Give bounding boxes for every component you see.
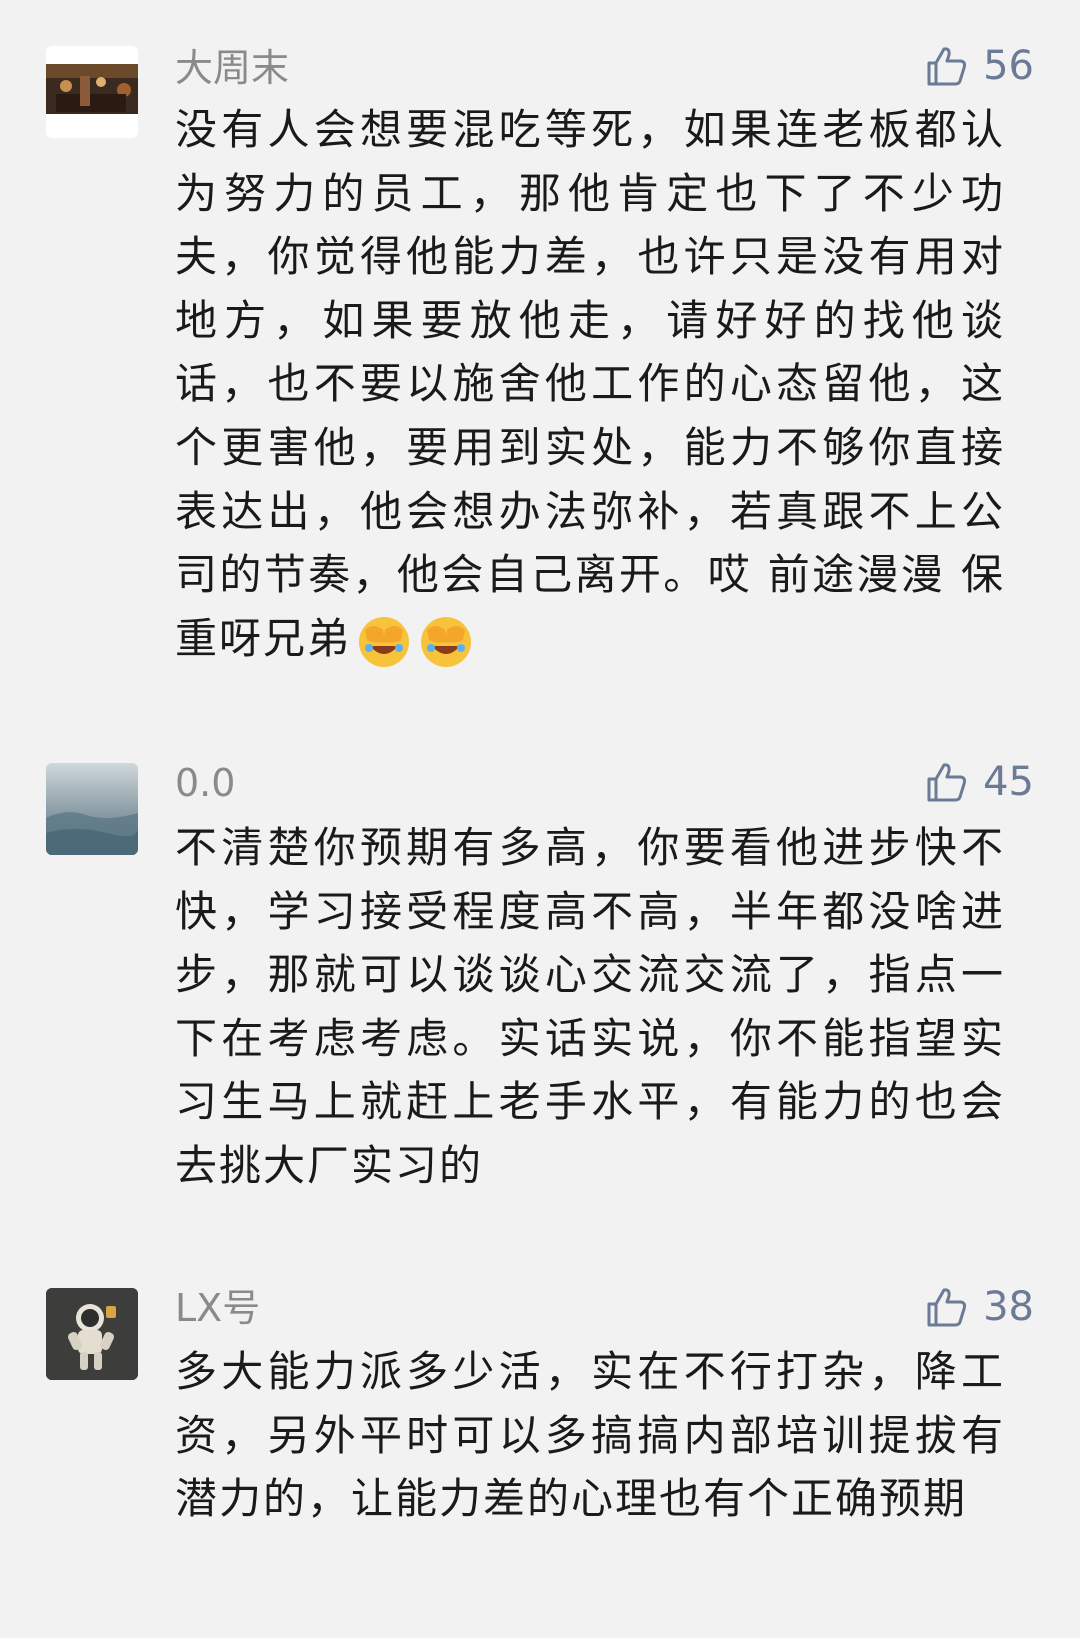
avatar[interactable] — [46, 46, 138, 138]
avatar[interactable] — [46, 763, 138, 855]
like-button[interactable]: 45 — [925, 758, 1034, 806]
like-count: 45 — [983, 759, 1034, 805]
username[interactable]: 0.0 — [175, 763, 235, 803]
like-button[interactable]: 56 — [925, 42, 1034, 90]
facepalm-emoji-icon — [417, 612, 475, 670]
like-count: 56 — [983, 43, 1034, 89]
comment-text: 没有人会想要混吃等死，如果连老板都认为努力的员工，那他肯定也下了不少功夫，你觉得… — [175, 98, 1005, 670]
facepalm-emoji-icon — [355, 612, 413, 670]
username[interactable]: 大周末 — [175, 48, 289, 88]
like-button[interactable]: 38 — [925, 1283, 1034, 1331]
thumbs-up-icon[interactable] — [925, 44, 969, 88]
thumbs-up-icon[interactable] — [925, 1285, 969, 1329]
thumbs-up-icon[interactable] — [925, 760, 969, 804]
avatar[interactable] — [46, 1288, 138, 1380]
emoji-group — [355, 612, 475, 670]
comment-text: 不清楚你预期有多高，你要看他进步快不快，学习接受程度高不高，半年都没啥进步，那就… — [175, 816, 1005, 1198]
like-count: 38 — [983, 1284, 1034, 1330]
username[interactable]: LX号 — [175, 1288, 260, 1328]
comment-body: 不清楚你预期有多高，你要看他进步快不快，学习接受程度高不高，半年都没啥进步，那就… — [175, 823, 1005, 1190]
comment-text: 多大能力派多少活，实在不行打杂，降工资，另外平时可以多搞搞内部培训提拔有潜力的，… — [175, 1340, 1005, 1531]
comment-body: 没有人会想要混吃等死，如果连老板都认为努力的员工，那他肯定也下了不少功夫，你觉得… — [175, 105, 1005, 663]
comment-body: 多大能力派多少活，实在不行打杂，降工资，另外平时可以多搞搞内部培训提拔有潜力的，… — [175, 1347, 1005, 1524]
